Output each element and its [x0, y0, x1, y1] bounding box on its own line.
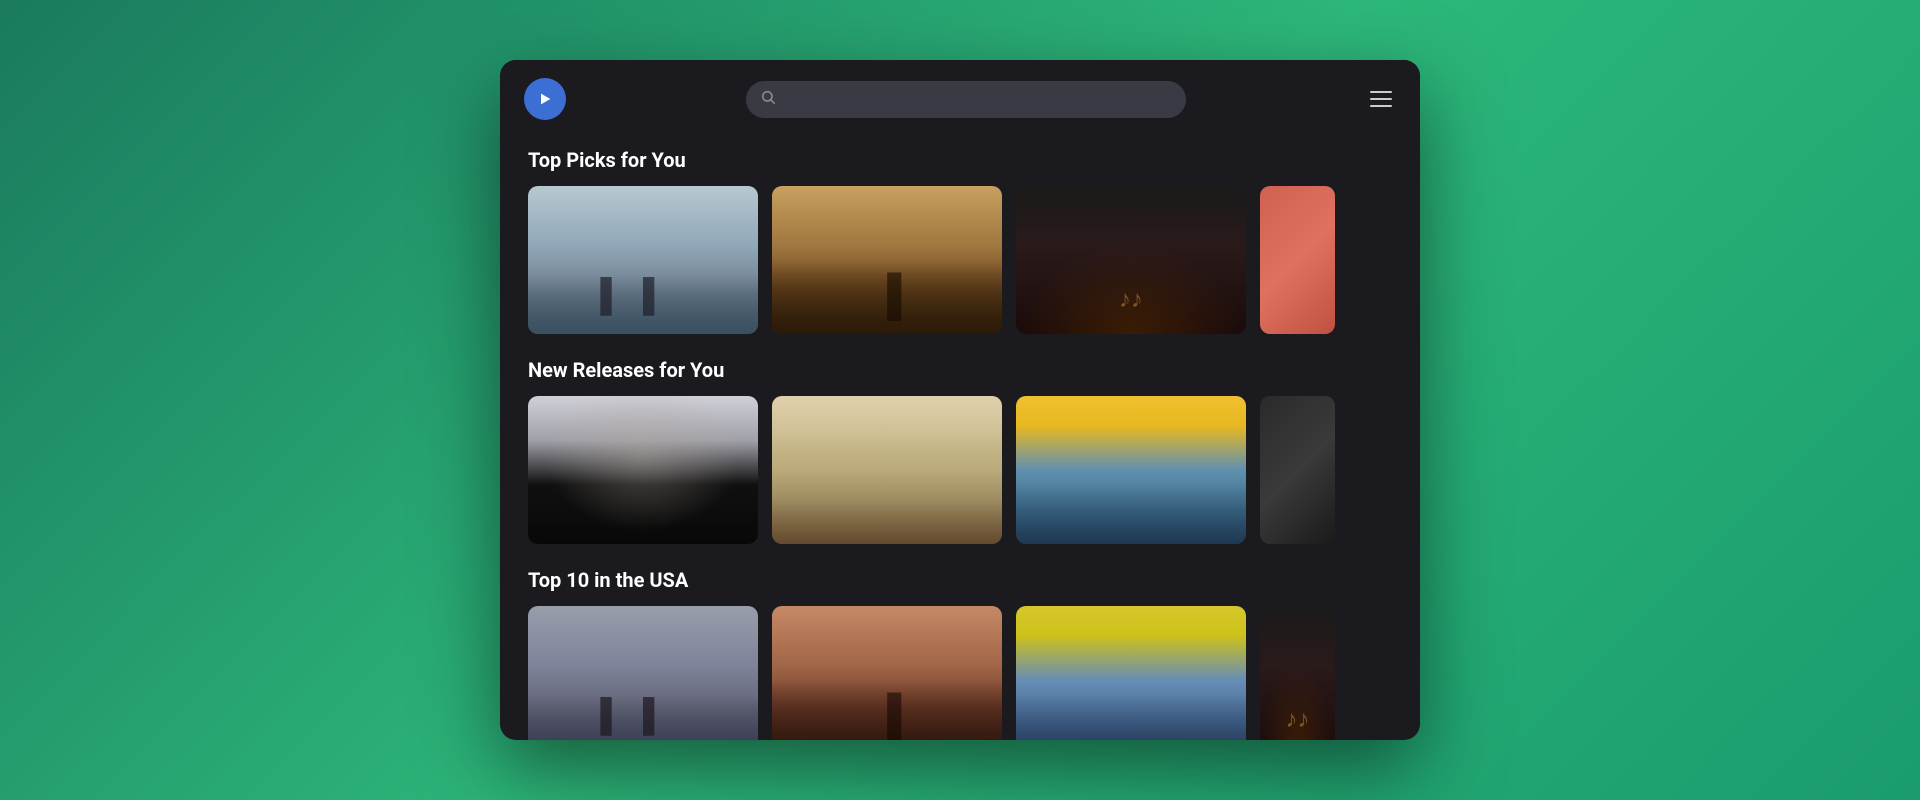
movie-card[interactable] [1016, 396, 1246, 544]
content-area: Top Picks for You New Releases for You [500, 138, 1420, 740]
header [500, 60, 1420, 138]
movie-card[interactable] [1016, 186, 1246, 334]
movie-card[interactable] [1016, 606, 1246, 740]
card-scene [1016, 606, 1246, 740]
card-scene [772, 186, 1002, 334]
movie-card-partial[interactable] [1260, 606, 1335, 740]
new-releases-section: New Releases for You [528, 358, 1392, 544]
app-window: Top Picks for You New Releases for You [500, 60, 1420, 740]
movie-card[interactable] [772, 396, 1002, 544]
card-scene [772, 606, 1002, 740]
card-scene [1260, 396, 1335, 544]
movie-card[interactable] [528, 606, 758, 740]
card-scene [528, 396, 758, 544]
search-icon [760, 89, 776, 109]
logo-button[interactable] [524, 78, 566, 120]
card-scene [772, 396, 1002, 544]
top10-cards-row [528, 606, 1392, 740]
movie-card-partial[interactable] [1260, 396, 1335, 544]
menu-line-1 [1370, 91, 1392, 93]
movie-card[interactable] [772, 186, 1002, 334]
search-bar [746, 81, 1186, 118]
top-picks-section: Top Picks for You [528, 148, 1392, 334]
new-releases-title: New Releases for You [528, 358, 1392, 382]
search-input[interactable] [746, 81, 1186, 118]
menu-button[interactable] [1366, 87, 1396, 111]
top10-usa-section: Top 10 in the USA [528, 568, 1392, 740]
card-scene [1016, 186, 1246, 334]
top10-usa-title: Top 10 in the USA [528, 568, 1392, 592]
movie-card[interactable] [528, 186, 758, 334]
card-scene [528, 606, 758, 740]
menu-line-3 [1370, 105, 1392, 107]
new-releases-cards-row [528, 396, 1392, 544]
movie-card[interactable] [528, 396, 758, 544]
card-scene [1260, 606, 1335, 740]
card-scene [528, 186, 758, 334]
card-scene [1260, 186, 1335, 334]
movie-card-partial[interactable] [1260, 186, 1335, 334]
top-picks-cards-row [528, 186, 1392, 334]
menu-line-2 [1370, 98, 1392, 100]
top-picks-title: Top Picks for You [528, 148, 1392, 172]
play-icon [537, 91, 553, 107]
card-scene [1016, 396, 1246, 544]
movie-card[interactable] [772, 606, 1002, 740]
